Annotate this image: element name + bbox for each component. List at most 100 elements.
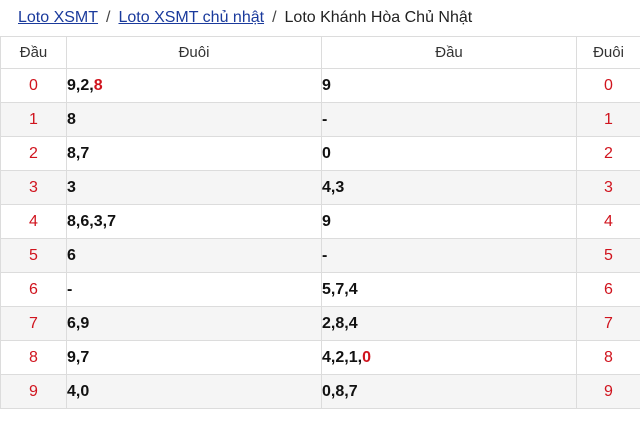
row-head-right: 3: [576, 170, 640, 205]
digit: 4: [322, 178, 331, 196]
row-duoi-values: -: [66, 272, 322, 307]
row-dau-values: 4,3: [321, 170, 577, 205]
table-row: 0 9,2,8 9 0: [0, 68, 640, 103]
breadcrumb-link-loto-xsmt-sunday[interactable]: Loto XSMT chủ nhật: [118, 9, 264, 27]
digit: 8: [335, 382, 345, 400]
row-duoi-values: 9,2,8: [66, 68, 322, 103]
digit: 8: [67, 110, 76, 128]
digit: 9: [322, 212, 331, 230]
row-dau-values: -: [321, 238, 577, 273]
row-duoi-values: 6,9: [66, 306, 322, 341]
row-duoi-values: 9,7: [66, 340, 322, 375]
digit: 4: [67, 382, 76, 400]
row-head-right: 7: [576, 306, 640, 341]
digit: 7: [348, 382, 358, 400]
row-dau-values: -: [321, 102, 577, 137]
digit: 8: [67, 212, 76, 230]
row-head-right: 8: [576, 340, 640, 375]
table-body: 0 9,2,8 9 0 1 8-1 2 8,7 0 2 3 3 4,3 3 4 8,6,3,7 9 4 5 6-5 6-…: [0, 68, 640, 409]
digit: 8: [335, 314, 345, 332]
table-row: 4 8,6,3,7 9 4: [0, 204, 640, 239]
digit: 9: [67, 348, 76, 366]
row-head-right: 1: [576, 102, 640, 137]
digit: 6: [67, 246, 76, 264]
row-head-right: 5: [576, 238, 640, 273]
digit: 0: [322, 144, 331, 162]
table-header-row: Đầu Đuôi Đầu Đuôi: [0, 36, 640, 69]
row-duoi-values: 3: [66, 170, 322, 205]
digit: 2: [335, 348, 345, 366]
row-head-right: 2: [576, 136, 640, 171]
table-row: 8 9,7 4,2,1,0 8: [0, 340, 640, 375]
row-head-right: 0: [576, 68, 640, 103]
loto-table: Đầu Đuôi Đầu Đuôi 0 9,2,8 9 0 1 8-1 2 8,7 0 2 3 3 4,…: [0, 36, 640, 409]
digit: 7: [335, 280, 345, 298]
breadcrumb-current: Loto Khánh Hòa Chủ Nhật: [284, 9, 473, 26]
digit: 4: [348, 280, 358, 298]
row-dau-values: 4,2,1,0: [321, 340, 577, 375]
row-duoi-values: 8,7: [66, 136, 322, 171]
row-head-right: 6: [576, 272, 640, 307]
row-duoi-values: 8,6,3,7: [66, 204, 322, 239]
row-head-right: 9: [576, 374, 640, 409]
row-dau-values: 2,8,4: [321, 306, 577, 341]
digit: 3: [93, 212, 103, 230]
digit: 6: [67, 314, 76, 332]
digit: 5: [322, 280, 331, 298]
digit: 0: [80, 382, 90, 400]
digit: 7: [80, 144, 90, 162]
digit: -: [322, 110, 328, 128]
row-dau-values: 0: [321, 136, 577, 171]
row-head-left: 1: [0, 102, 67, 137]
table-row: 2 8,7 0 2: [0, 136, 640, 171]
digit: 0: [322, 382, 331, 400]
row-head-left: 2: [0, 136, 67, 171]
row-head-left: 4: [0, 204, 67, 239]
row-head-right: 4: [576, 204, 640, 239]
row-head-left: 9: [0, 374, 67, 409]
row-dau-values: 5,7,4: [321, 272, 577, 307]
digit: 7: [80, 348, 90, 366]
digit: 6: [80, 212, 90, 230]
table-row: 56-5: [0, 238, 640, 273]
breadcrumb-separator: /: [272, 9, 277, 26]
row-dau-values: 0,8,7: [321, 374, 577, 409]
header-duoi-right: Đuôi: [576, 36, 640, 69]
table-row: 7 6,9 2,8,4 7: [0, 306, 640, 341]
row-head-left: 3: [0, 170, 67, 205]
row-duoi-values: 4,0: [66, 374, 322, 409]
digit: 8: [93, 76, 103, 94]
digit: 1: [348, 348, 358, 366]
header-dau-right: Đầu: [321, 36, 577, 69]
table-row: 3 3 4,3 3: [0, 170, 640, 205]
table-row: 9 4,0 0,8,7 9: [0, 374, 640, 409]
digit: 0: [362, 348, 371, 366]
breadcrumb-link-loto-xsmt[interactable]: Loto XSMT: [18, 9, 98, 27]
row-dau-values: 9: [321, 68, 577, 103]
table-row: 18-1: [0, 102, 640, 137]
digit: 7: [107, 212, 116, 230]
header-dau-left: Đầu: [0, 36, 67, 69]
digit: 3: [335, 178, 345, 196]
digit: 9: [67, 76, 76, 94]
row-head-left: 0: [0, 68, 67, 103]
row-head-left: 6: [0, 272, 67, 307]
breadcrumb-separator: /: [106, 9, 111, 26]
digit: -: [67, 280, 73, 298]
digit: 2: [322, 314, 331, 332]
digit: 3: [67, 178, 76, 196]
digit: 9: [322, 76, 331, 94]
digit: 2: [80, 76, 90, 94]
row-duoi-values: 6: [66, 238, 322, 273]
digit: 9: [80, 314, 90, 332]
row-dau-values: 9: [321, 204, 577, 239]
digit: 8: [67, 144, 76, 162]
breadcrumb: Loto XSMT / Loto XSMT chủ nhật / Loto Kh…: [0, 0, 640, 36]
row-head-left: 5: [0, 238, 67, 273]
row-duoi-values: 8: [66, 102, 322, 137]
digit: 4: [348, 314, 358, 332]
digit: -: [322, 246, 328, 264]
row-head-left: 8: [0, 340, 67, 375]
digit: 4: [322, 348, 331, 366]
header-duoi-left: Đuôi: [66, 36, 322, 69]
